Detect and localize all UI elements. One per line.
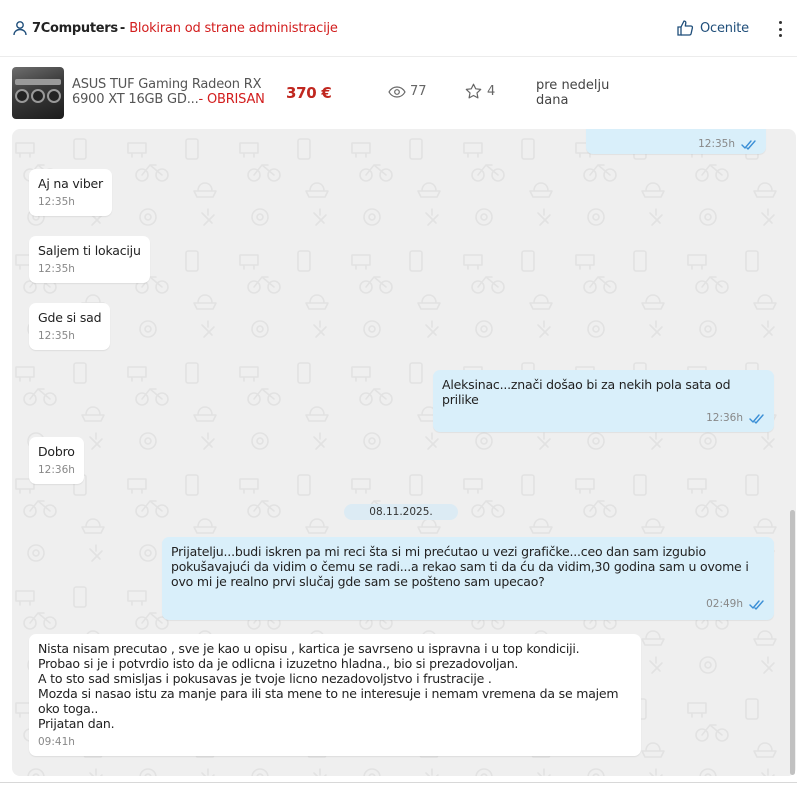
message-time: 12:35h [698,138,735,150]
message-meta: 09:41h [38,735,632,750]
message-text: Saljem ti lokaciju [38,243,141,258]
message-text: Aleksinac...znači došao bi za nekih pola… [442,377,731,407]
message-meta: 12:35h [38,195,103,210]
double-check-icon [749,599,765,610]
views-count: 77 [388,84,427,99]
chat-messages-area[interactable]: 12:35h Aj na viber 12:35h Saljem ti loka… [12,129,796,776]
message-meta: 12:36h [38,463,75,478]
message-meta: 12:35h [595,137,757,152]
rate-label: Ocenite [700,20,749,36]
message-time: 12:35h [38,330,75,342]
message-text: Gde si sad [38,310,102,325]
message-incoming: Nista nisam precutao , sve je kao u opis… [29,634,641,756]
views-value: 77 [410,84,427,99]
product-summary[interactable]: ASUS TUF Gaming Radeon RX 6900 XT 16GB G… [0,57,797,127]
double-check-icon [741,139,757,150]
message-incoming: Saljem ti lokaciju 12:35h [29,236,150,283]
message-text: Dobro [38,444,75,459]
product-deleted-label: - OBRISAN [198,92,265,107]
message-meta: 12:36h [442,411,765,426]
message-outgoing: 12:35h [586,129,766,154]
message-outgoing: Prijatelju...budi iskren pa mi reci šta … [162,537,774,620]
message-meta: 02:49h [171,597,765,612]
star-icon [465,83,482,100]
product-price: 370 € [286,84,332,102]
seller-name[interactable]: 7Computers [32,21,118,36]
product-title[interactable]: ASUS TUF Gaming Radeon RX 6900 XT 16GB G… [72,77,272,107]
thumbs-up-icon [676,19,694,37]
message-text: Aj na viber [38,176,103,191]
message-time: 09:41h [38,736,75,748]
rate-button[interactable]: Ocenite [676,19,749,37]
message-text: Prijatelju...budi iskren pa mi reci šta … [171,544,749,589]
message-time: 12:36h [38,464,75,476]
message-text: Nista nisam precutao , sve je kao u opis… [38,641,619,731]
seller-status: Blokiran od strane administracije [129,20,338,36]
posted-time: pre nedelju dana [536,78,610,108]
chat-scrollbar[interactable] [790,510,795,775]
message-meta: 12:35h [38,262,141,277]
message-outgoing: Aleksinac...znači došao bi za nekih pola… [433,370,774,432]
message-time: 12:35h [38,196,75,208]
message-meta: 12:35h [38,329,101,344]
eye-icon [388,85,406,98]
message-incoming: Aj na viber 12:35h [29,169,112,216]
message-incoming: Gde si sad 12:35h [29,303,111,350]
message-time: 12:36h [706,412,743,424]
double-check-icon [749,413,765,424]
favorites-value: 4 [487,84,496,99]
user-icon [12,20,28,36]
kebab-menu-icon[interactable] [774,21,786,37]
product-thumbnail[interactable] [12,67,64,119]
date-separator: 08.11.2025. [344,504,458,520]
bottom-divider [0,782,797,783]
message-incoming: Dobro 12:36h [29,437,84,484]
message-time: 02:49h [706,598,743,610]
message-time: 12:35h [38,263,75,275]
favorites-count: 4 [465,83,495,100]
header-separator: - [119,20,126,36]
